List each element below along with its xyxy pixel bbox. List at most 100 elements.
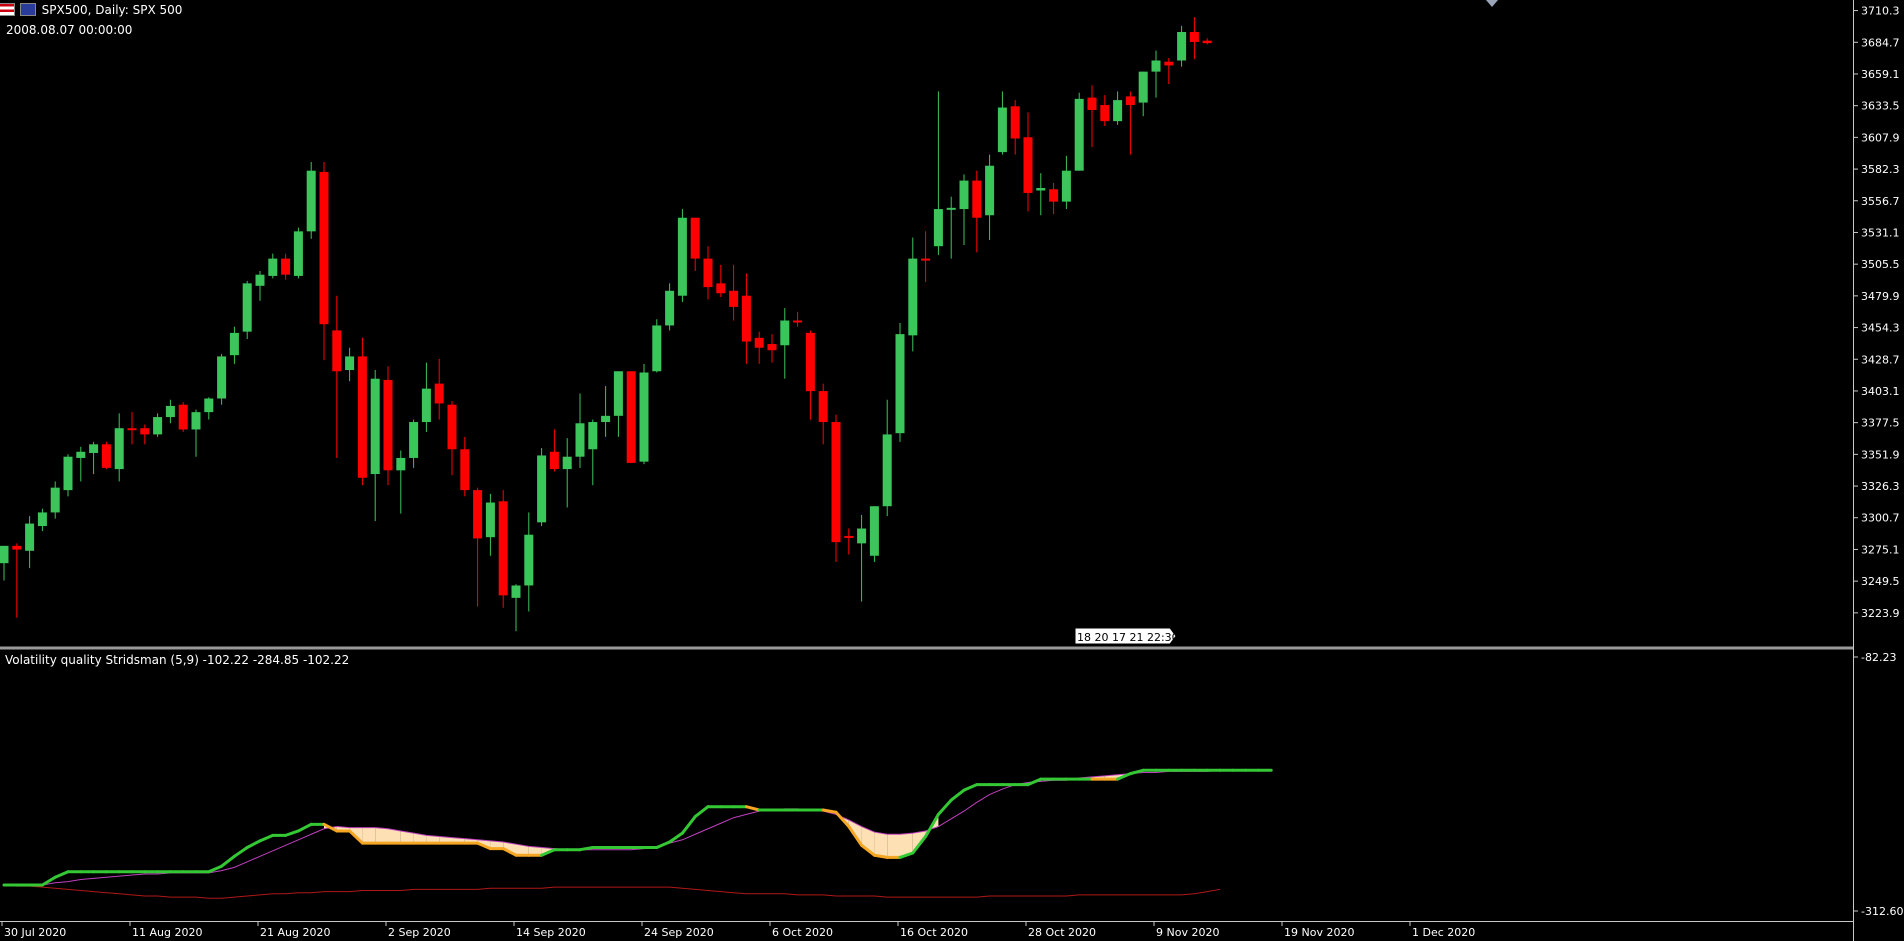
candle-body[interactable] — [1138, 71, 1148, 103]
candle-body[interactable] — [729, 290, 739, 307]
candle-body[interactable] — [677, 217, 687, 296]
candle-body[interactable] — [473, 490, 483, 539]
candle-body[interactable] — [76, 451, 86, 458]
candle-body[interactable] — [191, 412, 201, 430]
candle-body[interactable] — [306, 170, 316, 232]
candle-body[interactable] — [921, 258, 931, 261]
candle-body[interactable] — [537, 455, 547, 523]
candle-body[interactable] — [741, 295, 751, 342]
candle-body[interactable] — [1177, 32, 1187, 61]
candle-body[interactable] — [242, 283, 252, 332]
candle[interactable] — [537, 448, 547, 527]
candle-body[interactable] — [217, 356, 227, 399]
candle-body[interactable] — [895, 334, 905, 434]
candle-body[interactable] — [639, 372, 649, 462]
candle-body[interactable] — [0, 545, 9, 564]
candle-body[interactable] — [972, 180, 982, 218]
candle-body[interactable] — [1125, 96, 1135, 106]
candle-body[interactable] — [524, 534, 534, 586]
candle[interactable] — [652, 319, 662, 373]
candle-body[interactable] — [178, 404, 188, 430]
candle-body[interactable] — [396, 457, 406, 471]
candle-body[interactable] — [818, 391, 828, 423]
candle-body[interactable] — [50, 487, 60, 513]
candle-body[interactable] — [626, 371, 636, 463]
candle-body[interactable] — [293, 231, 303, 276]
candle-body[interactable] — [1189, 32, 1199, 42]
candle-body[interactable] — [332, 330, 342, 372]
candle[interactable] — [63, 454, 73, 497]
candle-body[interactable] — [754, 337, 764, 348]
candle-body[interactable] — [601, 415, 611, 423]
candle-body[interactable] — [63, 456, 73, 491]
candle-body[interactable] — [89, 444, 99, 453]
candle-body[interactable] — [421, 388, 431, 423]
candle-body[interactable] — [127, 428, 137, 431]
candle-body[interactable] — [793, 320, 803, 323]
candle-body[interactable] — [665, 290, 675, 326]
candle-body[interactable] — [1151, 60, 1161, 72]
candle-body[interactable] — [511, 585, 521, 598]
candle-body[interactable] — [703, 258, 713, 288]
candle-body[interactable] — [869, 506, 879, 556]
candle-body[interactable] — [281, 258, 291, 275]
candle[interactable] — [1074, 92, 1084, 171]
candle-body[interactable] — [1113, 100, 1123, 122]
candle-body[interactable] — [882, 434, 892, 507]
candle-body[interactable] — [933, 209, 943, 247]
candle-body[interactable] — [997, 107, 1007, 153]
candle-body[interactable] — [153, 417, 163, 435]
candle-body[interactable] — [1100, 105, 1110, 122]
candle-body[interactable] — [549, 451, 559, 470]
candle[interactable] — [101, 441, 111, 470]
candle-body[interactable] — [575, 423, 585, 457]
candle-body[interactable] — [562, 456, 572, 470]
candle-body[interactable] — [831, 422, 841, 543]
candle-body[interactable] — [1010, 106, 1020, 139]
candle[interactable] — [895, 322, 905, 442]
candle-body[interactable] — [229, 332, 239, 356]
candle-body[interactable] — [613, 371, 623, 416]
candle-body[interactable] — [1087, 97, 1097, 111]
candle-body[interactable] — [1049, 189, 1059, 202]
candle-body[interactable] — [370, 378, 380, 475]
candle-body[interactable] — [37, 512, 47, 527]
candle-body[interactable] — [12, 545, 22, 550]
candle[interactable] — [639, 363, 649, 465]
candle-body[interactable] — [690, 217, 700, 259]
candle[interactable] — [626, 371, 636, 463]
candle-body[interactable] — [383, 379, 393, 471]
candle-body[interactable] — [434, 383, 444, 404]
candle[interactable] — [242, 280, 252, 340]
candle-body[interactable] — [1023, 137, 1033, 193]
candle-body[interactable] — [844, 535, 854, 538]
candle[interactable] — [831, 414, 841, 562]
candle[interactable] — [357, 337, 367, 486]
candle[interactable] — [217, 353, 227, 405]
candle[interactable] — [869, 506, 879, 562]
candle-body[interactable] — [204, 398, 214, 413]
candle-body[interactable] — [1202, 40, 1212, 44]
candle-body[interactable] — [498, 501, 508, 596]
candle-body[interactable] — [908, 258, 918, 336]
candle-body[interactable] — [959, 180, 969, 210]
candle-body[interactable] — [767, 344, 777, 351]
candle-body[interactable] — [857, 528, 867, 544]
candle-body[interactable] — [409, 422, 419, 458]
candle-body[interactable] — [319, 171, 329, 325]
candle-body[interactable] — [485, 502, 495, 538]
candle-body[interactable] — [1036, 188, 1046, 191]
candle[interactable] — [383, 366, 393, 486]
candle[interactable] — [293, 227, 303, 279]
candle-body[interactable] — [447, 404, 457, 450]
candle-body[interactable] — [268, 258, 278, 276]
candle-body[interactable] — [255, 274, 265, 286]
candle-body[interactable] — [114, 428, 124, 470]
candle-body[interactable] — [460, 449, 470, 491]
candle[interactable] — [306, 162, 316, 239]
candle-body[interactable] — [357, 356, 367, 478]
candle-body[interactable] — [25, 523, 35, 551]
candle-body[interactable] — [652, 325, 662, 372]
candle-body[interactable] — [805, 332, 815, 392]
candle-body[interactable] — [1061, 170, 1071, 202]
